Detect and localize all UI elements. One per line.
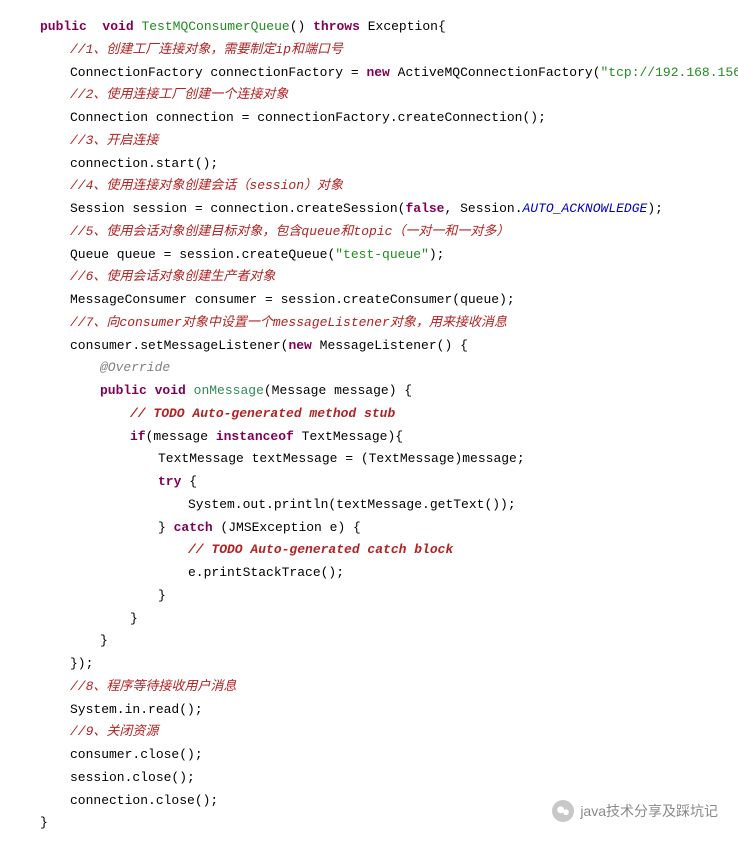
kw-throws: throws [313,19,360,34]
kw-if: if [130,429,146,444]
kw-instanceof: instanceof [216,429,294,444]
comment-9: //9、关闭资源 [40,721,730,744]
kw-new: new [366,65,389,80]
comment-4: //4、使用连接对象创建会话（session）对象 [40,175,730,198]
code-line: connection.start(); [40,153,730,176]
code-line: } catch (JMSException e) { [40,517,730,540]
stmt: , Session. [444,201,522,216]
code-line: }); [40,653,730,676]
code-line: MessageConsumer consumer = session.creat… [40,289,730,312]
sig: (Message message) { [264,383,412,398]
constant: AUTO_ACKNOWLEDGE [523,201,648,216]
kw-catch: catch [174,520,213,535]
code-line: e.printStackTrace(); [40,562,730,585]
watermark: java技术分享及踩坑记 [552,799,718,824]
brace: } [158,520,174,535]
comment-6: //6、使用会话对象创建生产者对象 [40,266,730,289]
exception-type: Exception [368,19,438,34]
code-line: Session session = connection.createSessi… [40,198,730,221]
method-name: onMessage [194,383,264,398]
stmt: TextMessage){ [294,429,403,444]
code-line: TextMessage textMessage = (TextMessage)m… [40,448,730,471]
stmt: (JMSException e) { [213,520,361,535]
code-line: Queue queue = session.createQueue("test-… [40,244,730,267]
comment-3: //3、开启连接 [40,130,730,153]
stmt: consumer.setMessageListener( [70,338,288,353]
code-line: Connection connection = connectionFactor… [40,107,730,130]
stmt: ); [429,247,445,262]
code-line: public void onMessage(Message message) { [40,380,730,403]
comment-1: //1、创建工厂连接对象，需要制定ip和端口号 [40,39,730,62]
comment-5: //5、使用会话对象创建目标对象，包含queue和topic（一对一和一对多） [40,221,730,244]
brace: } [40,585,730,608]
code-line: System.in.read(); [40,699,730,722]
string-literal: "test-queue" [335,247,429,262]
code-line: consumer.setMessageListener(new MessageL… [40,335,730,358]
stmt: ActiveMQConnectionFactory( [390,65,601,80]
stmt: (message [146,429,216,444]
brace: } [40,608,730,631]
watermark-text: java技术分享及踩坑记 [580,799,718,824]
kw-void: void [155,383,186,398]
kw-public: public [100,383,147,398]
code-line: session.close(); [40,767,730,790]
code-line: consumer.close(); [40,744,730,767]
stmt: ); [647,201,663,216]
brace: { [181,474,197,489]
brace: } [40,630,730,653]
kw-false: false [405,201,444,216]
code-line: public void TestMQConsumerQueue() throws… [40,16,730,39]
stmt: ConnectionFactory connectionFactory = [70,65,366,80]
stmt: MessageListener() { [312,338,468,353]
code-block: public void TestMQConsumerQueue() throws… [40,16,730,835]
comment-2: //2、使用连接工厂创建一个连接对象 [40,84,730,107]
method-name: TestMQConsumerQueue [141,19,289,34]
kw-public: public [40,19,87,34]
code-line: ConnectionFactory connectionFactory = ne… [40,62,730,85]
stmt: Session session = connection.createSessi… [70,201,405,216]
brace: { [438,19,446,34]
kw-void: void [102,19,133,34]
code-line: System.out.println(textMessage.getText()… [40,494,730,517]
code-line: if(message instanceof TextMessage){ [40,426,730,449]
kw-try: try [158,474,181,489]
parens: () [290,19,313,34]
kw-new: new [288,338,311,353]
code-line: try { [40,471,730,494]
string-literal: "tcp://192.168.156.44:61616" [601,65,738,80]
wechat-icon [552,800,574,822]
todo-comment: // TODO Auto-generated method stub [40,403,730,426]
annotation-override: @Override [40,357,730,380]
comment-8: //8、程序等待接收用户消息 [40,676,730,699]
comment-7: //7、向consumer对象中设置一个messageListener对象，用来… [40,312,730,335]
todo-comment: // TODO Auto-generated catch block [40,539,730,562]
stmt: Queue queue = session.createQueue( [70,247,335,262]
